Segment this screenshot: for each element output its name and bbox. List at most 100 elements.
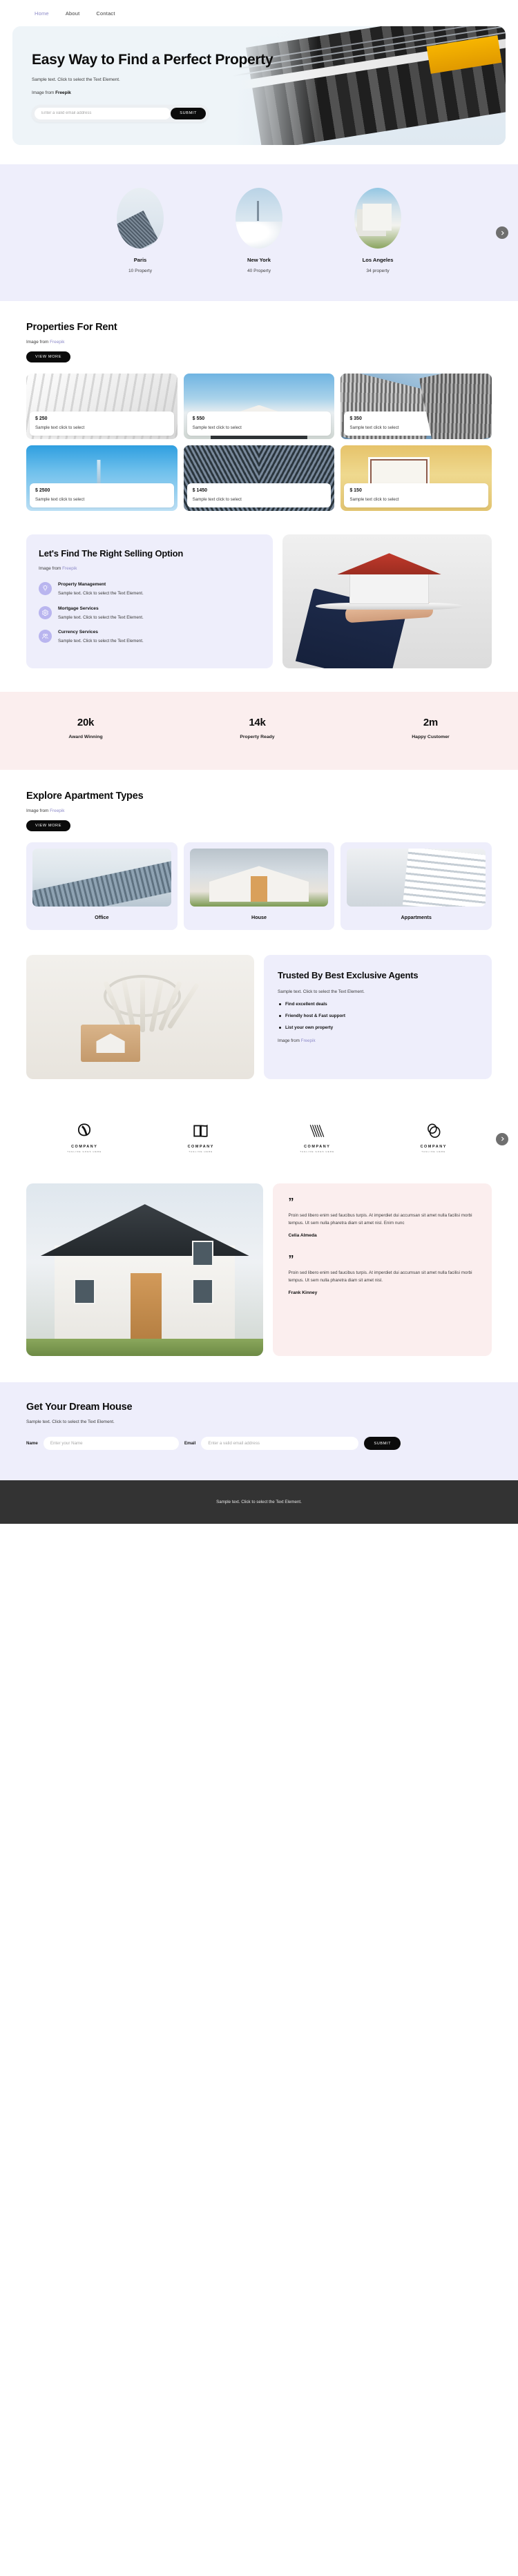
double-circle-logo-icon	[404, 1122, 463, 1140]
page-title: Properties For Rent	[26, 322, 117, 333]
gear-icon	[39, 606, 52, 619]
nav-item-home[interactable]: Home	[35, 10, 49, 17]
property-card[interactable]: $ 550 Sample text click to select	[183, 374, 335, 439]
property-price: $ 250	[35, 416, 48, 421]
property-desc: Sample text click to select	[192, 425, 242, 430]
stat-number: 2m	[423, 717, 438, 729]
apartments-view-more-button[interactable]: VIEW MORE	[26, 820, 71, 832]
partner-logo-1[interactable]: COMPANY TAGLINE GOES HERE	[55, 1122, 114, 1153]
apartment-types-section: Explore Apartment Types Image from Freep…	[0, 770, 518, 931]
list-item: Friendly host & Fast support	[278, 1014, 478, 1018]
partner-logo-3[interactable]: COMPANY TAGLINE GOES HERE	[287, 1122, 347, 1153]
properties-image-credit: Image from Freepik	[26, 340, 492, 345]
hero-title: Easy Way to Find a Perfect Property	[32, 52, 274, 68]
trusted-agents-section: Trusted By Best Exclusive Agents Sample …	[0, 955, 518, 1080]
nav-item-contact[interactable]: Contact	[96, 10, 115, 17]
testimonial-card: ” Proin sed libero enim sed faucibus tur…	[288, 1254, 477, 1296]
statistics-section: 20k Award Winning 14k Property Ready 2m …	[0, 692, 518, 771]
testimonial-text: Proin sed libero enim sed faucibus turpi…	[288, 1213, 472, 1226]
apartment-card-office[interactable]: Office	[26, 842, 178, 931]
property-price: $ 150	[349, 488, 362, 493]
apartment-card-house[interactable]: House	[183, 842, 335, 931]
apartment-name: Appartments	[401, 914, 432, 921]
property-desc: Sample text click to select	[35, 425, 85, 430]
testimonials-section: ” Proin sed libero enim sed faucibus tur…	[0, 1183, 518, 1357]
hero-section: Easy Way to Find a Perfect Property Samp…	[0, 26, 518, 145]
testimonial-author: Frank Kinney	[288, 1290, 318, 1296]
cities-carousel-section: Paris 10 Property New York 40 Property L…	[0, 164, 518, 301]
property-price: $ 550	[192, 416, 205, 421]
chevron-right-icon[interactable]	[496, 226, 508, 239]
stat-number: 14k	[249, 717, 266, 729]
stat-item-property-ready: 14k Property Ready	[240, 717, 274, 739]
property-card[interactable]: $ 350 Sample text click to select	[340, 374, 492, 439]
feature-text: Sample text. Click to select the Text El…	[58, 638, 144, 643]
credit-prefix: Image from	[278, 1038, 301, 1043]
stat-number: 20k	[77, 717, 95, 729]
list-item: Find excellent deals	[278, 1002, 478, 1007]
properties-view-more-button[interactable]: VIEW MORE	[26, 351, 71, 362]
chevron-right-icon[interactable]	[496, 1132, 508, 1145]
city-name: Paris	[133, 257, 147, 263]
cta-submit-button[interactable]: SUBMIT	[364, 1437, 401, 1451]
stat-label: Award Winning	[68, 735, 103, 740]
partner-logo-2[interactable]: COMPANY TAGLINE HERE	[171, 1122, 231, 1153]
house-image	[189, 849, 329, 907]
feature-item-property-management[interactable]: Property Management Sample text. Click t…	[39, 582, 260, 597]
selling-title: Let's Find The Right Selling Option	[39, 548, 184, 559]
stat-label: Happy Customer	[412, 735, 450, 740]
testimonial-text: Proin sed libero enim sed faucibus turpi…	[288, 1270, 472, 1283]
feature-item-currency-services[interactable]: Currency Services Sample text. Click to …	[39, 629, 260, 644]
cta-name-label: Name	[26, 1441, 38, 1446]
hero-submit-button[interactable]: SUBMIT	[171, 107, 206, 119]
credit-link[interactable]: Freepik	[50, 340, 64, 345]
stat-item-award-winning: 20k Award Winning	[68, 717, 102, 739]
city-card-paris[interactable]: Paris 10 Property	[102, 188, 179, 273]
apartment-name: Office	[95, 914, 109, 921]
cta-name-input[interactable]	[43, 1437, 179, 1451]
credit-prefix: Image from	[39, 566, 63, 572]
quote-icon: ”	[288, 1254, 294, 1266]
selling-option-section: Let's Find The Right Selling Option Imag…	[0, 534, 518, 669]
credit-prefix: Image from	[26, 340, 50, 345]
v-stripes-logo-icon	[287, 1122, 347, 1140]
stat-label: Property Ready	[240, 735, 275, 740]
property-card[interactable]: $ 2500 Sample text click to select	[26, 445, 178, 511]
cta-email-input[interactable]	[201, 1437, 359, 1451]
properties-for-rent-section: Properties For Rent Image from Freepik V…	[0, 301, 518, 511]
credit-link[interactable]: Freepik	[301, 1038, 316, 1043]
cta-form: Name Email SUBMIT	[26, 1437, 492, 1451]
credit-link[interactable]: Freepik	[50, 808, 64, 813]
stat-item-happy-customer: 2m Happy Customer	[412, 717, 449, 739]
property-desc: Sample text click to select	[349, 497, 399, 502]
feature-item-mortgage-services[interactable]: Mortgage Services Sample text. Click to …	[39, 606, 260, 621]
city-name: Los Angeles	[362, 257, 394, 263]
nav-item-about[interactable]: About	[66, 10, 80, 17]
apartment-types-grid: Office House Appartments	[26, 842, 492, 931]
paris-photo	[117, 188, 164, 249]
trusted-subtitle: Sample text. Click to select the Text El…	[278, 989, 365, 994]
testimonial-author: Celia Almeda	[288, 1233, 317, 1239]
property-card[interactable]: $ 1450 Sample text click to select	[183, 445, 335, 511]
lightbulb-icon	[39, 582, 52, 596]
city-name: New York	[247, 257, 271, 263]
partner-logo-tagline: TAGLINE HERE	[421, 1150, 446, 1154]
property-card[interactable]: $ 150 Sample text click to select	[340, 445, 492, 511]
appartments-image	[347, 849, 486, 907]
apartment-card-appartments[interactable]: Appartments	[340, 842, 492, 931]
hero-email-input[interactable]	[35, 107, 171, 119]
cta-email-label: Email	[184, 1441, 196, 1446]
credit-link[interactable]: Freepik	[62, 566, 77, 571]
city-card-los-angeles[interactable]: Los Angeles 34 property	[339, 188, 416, 273]
cta-title: Get Your Dream House	[26, 1402, 133, 1413]
credit-prefix: Image from	[26, 808, 50, 814]
hero-image-credit: Image from Freepik	[32, 90, 323, 95]
los-angeles-photo	[354, 188, 401, 249]
partner-logo-4[interactable]: COMPANY TAGLINE HERE	[404, 1122, 463, 1153]
cta-subtitle: Sample text. Click to select the Text El…	[26, 1420, 115, 1425]
partner-logo-tagline: TAGLINE GOES HERE	[300, 1150, 335, 1154]
property-card[interactable]: $ 250 Sample text click to select	[26, 374, 178, 439]
city-card-new-york[interactable]: New York 40 Property	[220, 188, 298, 273]
feature-text: Sample text. Click to select the Text El…	[58, 591, 144, 597]
hero-credit-link[interactable]: Freepik	[55, 90, 71, 95]
